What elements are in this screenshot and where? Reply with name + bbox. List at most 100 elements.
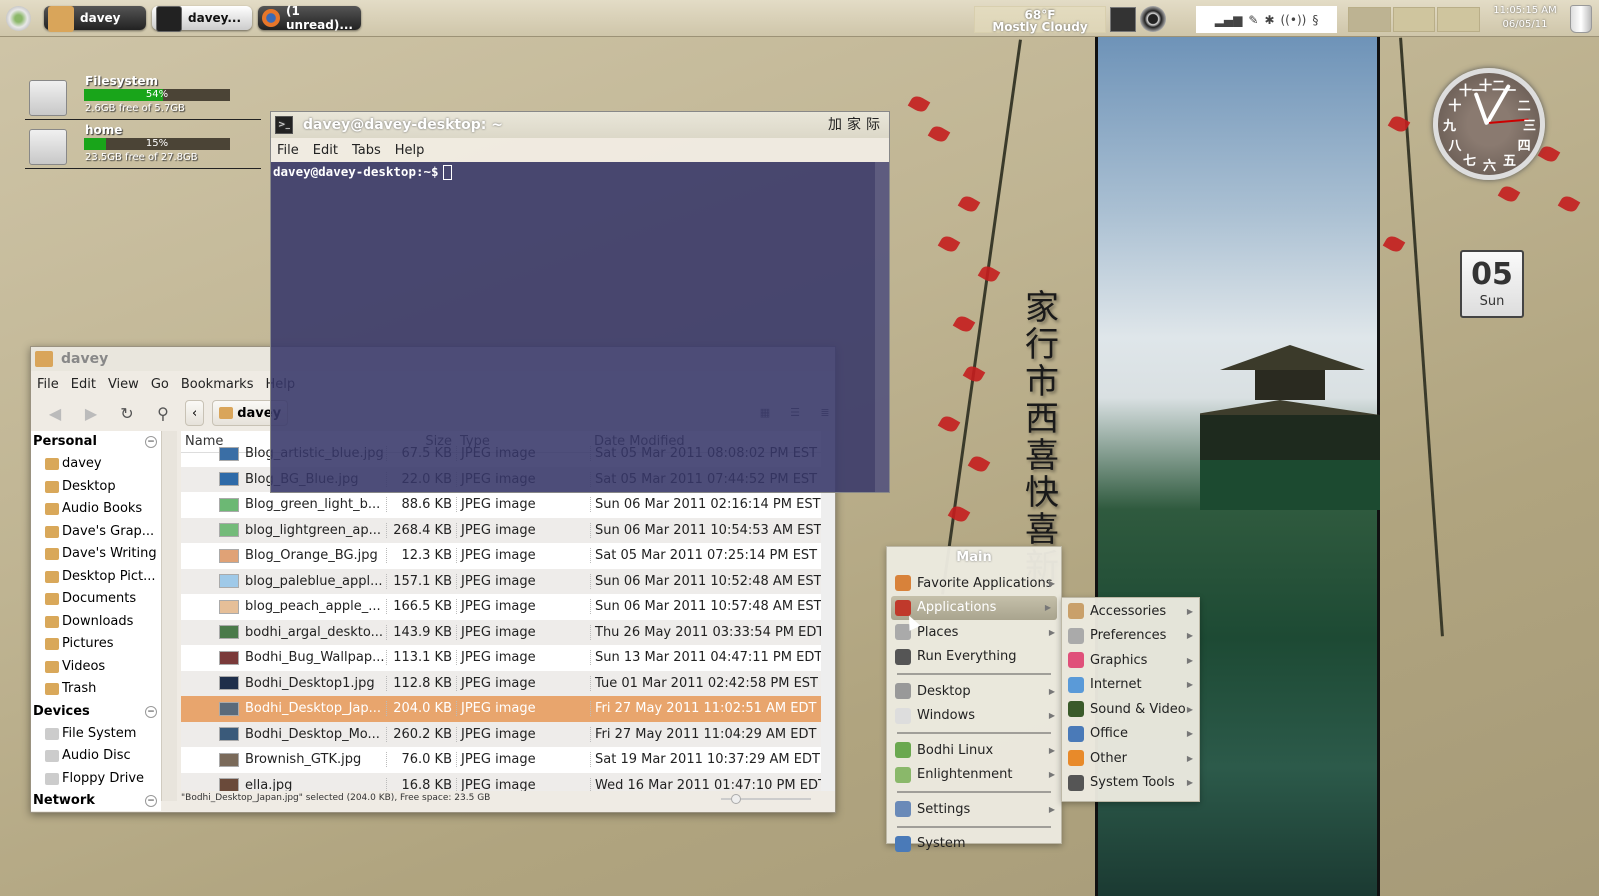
file-row[interactable]: Blog_green_light_b... 88.6 KB JPEG image Su… xyxy=(181,492,821,518)
sidebar-item[interactable]: Audio Books xyxy=(31,498,161,521)
applications-submenu: Accessories ▶ Preferences ▶ Graphics ▶ Interne… xyxy=(1061,597,1200,802)
forward-button[interactable]: ▶ xyxy=(77,400,105,426)
menu-edit[interactable]: Edit xyxy=(313,143,338,158)
menu-item-label: Preferences xyxy=(1090,628,1167,644)
file-row[interactable]: Blog_Orange_BG.jpg 12.3 KB JPEG image Sat 0… xyxy=(181,543,821,569)
sidebar-item[interactable]: davey xyxy=(31,453,161,476)
menu-item-system[interactable]: System xyxy=(887,832,1061,857)
signal-icon[interactable]: ▂▄▆ xyxy=(1215,13,1243,27)
bodhi-start-icon[interactable] xyxy=(6,6,31,31)
menu-item-preferences[interactable]: Preferences ▶ xyxy=(1062,624,1199,649)
file-row[interactable]: Bodhi_Bug_Wallpap... 113.1 KB JPEG image Su… xyxy=(181,645,821,671)
sidebar-item[interactable]: Pictures xyxy=(31,633,161,656)
menu-separator xyxy=(897,822,1051,828)
folder-icon xyxy=(45,593,59,606)
image-thumbnail-icon xyxy=(219,523,239,538)
speaker-icon[interactable] xyxy=(1140,6,1166,32)
menu-view[interactable]: View xyxy=(108,377,139,392)
pager-desk-3[interactable] xyxy=(1437,7,1481,32)
menu-item-settings[interactable]: Settings ▶ xyxy=(887,797,1061,822)
clock-numeral: 八 xyxy=(1448,139,1462,154)
dropbox-icon[interactable]: ✱ xyxy=(1264,13,1274,27)
pager-desk-1[interactable] xyxy=(1348,7,1391,32)
firefox-icon xyxy=(262,9,280,27)
file-row[interactable]: Bodhi_Desktop_Mo... 260.2 KB JPEG image Fri… xyxy=(181,721,821,747)
menu-go[interactable]: Go xyxy=(151,377,169,392)
collapse-icon[interactable]: − xyxy=(145,436,157,448)
sidebar-item[interactable]: Videos xyxy=(31,656,161,679)
drive-icon xyxy=(45,772,59,785)
sidebar-item[interactable]: Desktop Pict... xyxy=(31,566,161,589)
file-name: blog_peach_apple_... xyxy=(245,599,381,615)
menu-file[interactable]: File xyxy=(37,377,59,392)
menu-item-internet[interactable]: Internet ▶ xyxy=(1062,673,1199,698)
file-row[interactable]: Brownish_GTK.jpg 76.0 KB JPEG image Sat 19 … xyxy=(181,747,821,773)
back-button[interactable]: ◀ xyxy=(41,400,69,426)
collapse-icon[interactable]: − xyxy=(145,705,157,718)
folder-icon xyxy=(45,458,59,471)
terminal-output[interactable]: davey@davey-desktop:~$ xyxy=(271,162,889,492)
menu-item-windows[interactable]: Windows ▶ xyxy=(887,704,1061,729)
pager-desk-2[interactable] xyxy=(1392,7,1436,32)
zoom-slider-handle[interactable] xyxy=(731,794,741,804)
wireless-icon[interactable]: ((•)) xyxy=(1281,13,1307,27)
menu-item-run-everything[interactable]: Run Everything xyxy=(887,645,1061,670)
menu-edit[interactable]: Edit xyxy=(71,377,96,392)
task-button-firefox[interactable]: (1 unread)... xyxy=(258,4,361,32)
collapse-icon[interactable]: − xyxy=(145,795,157,807)
preferences-icon xyxy=(1068,627,1084,644)
menu-item-sound-video[interactable]: Sound & Video ▶ xyxy=(1062,697,1199,722)
menu-bookmarks[interactable]: Bookmarks xyxy=(181,377,254,392)
sidebar-item[interactable]: Dave's Grap... xyxy=(31,521,161,544)
menu-item-system-tools[interactable]: System Tools ▶ xyxy=(1062,771,1199,796)
file-row[interactable]: blog_peach_apple_... 166.5 KB JPEG image Su… xyxy=(181,594,821,620)
sidebar-item[interactable]: Documents xyxy=(31,588,161,611)
file-type-cell: JPEG image xyxy=(456,599,590,615)
reload-button[interactable]: ↻ xyxy=(113,400,141,426)
bookmark-icon xyxy=(895,575,911,592)
file-row[interactable]: bodhi_argal_deskto... 143.9 KB JPEG image T… xyxy=(181,619,821,645)
file-row[interactable]: Bodhi_Desktop1.jpg 112.8 KB JPEG image Tue … xyxy=(181,670,821,696)
search-button[interactable]: ⚲ xyxy=(149,400,177,426)
calendar-day: 05 xyxy=(1471,257,1513,292)
path-back-button[interactable]: ‹ xyxy=(185,400,205,426)
sidebar-item[interactable]: Downloads xyxy=(31,611,161,634)
section-label: Network xyxy=(33,793,95,808)
task-button-terminal[interactable]: davey... xyxy=(152,6,252,32)
menu-item-office[interactable]: Office ▶ xyxy=(1062,722,1199,747)
window-titlebar[interactable]: >_ davey@davey-desktop: ~ 加家际 xyxy=(271,112,889,138)
sidebar-item[interactable]: Audio Disc xyxy=(31,745,161,768)
trash-icon[interactable] xyxy=(1570,5,1592,33)
menu-item-bodhi-linux[interactable]: Bodhi Linux ▶ xyxy=(887,738,1061,763)
mixer-icon[interactable] xyxy=(1110,7,1136,32)
sidebar-item[interactable]: Floppy Drive xyxy=(31,768,161,791)
zoom-slider[interactable] xyxy=(721,794,811,804)
submenu-arrow-icon: ▶ xyxy=(1186,704,1193,714)
file-row[interactable]: ella.jpg 16.8 KB JPEG image Wed 16 Mar 2011… xyxy=(181,772,821,791)
file-row[interactable]: blog_paleblue_appl... 157.1 KB JPEG image S… xyxy=(181,568,821,594)
menu-item-other[interactable]: Other ▶ xyxy=(1062,746,1199,771)
menu-item-graphics[interactable]: Graphics ▶ xyxy=(1062,648,1199,673)
sidebar-item[interactable]: File System xyxy=(31,723,161,746)
menu-tabs[interactable]: Tabs xyxy=(352,143,381,158)
terminal-scrollbar[interactable] xyxy=(875,162,889,492)
update-icon[interactable]: § xyxy=(1312,13,1318,27)
menu-item-accessories[interactable]: Accessories ▶ xyxy=(1062,599,1199,624)
menu-item-enlightenment[interactable]: Enlightenment ▶ xyxy=(887,763,1061,788)
file-row[interactable]: Bodhi_Desktop_Jap... 204.0 KB JPEG image Fr… xyxy=(181,696,821,722)
sidebar-item[interactable]: Dave's Writing xyxy=(31,543,161,566)
menu-item-desktop[interactable]: Desktop ▶ xyxy=(887,679,1061,704)
weather-widget[interactable]: 68°F Mostly Cloudy xyxy=(974,6,1106,33)
sidebar-item[interactable]: Trash xyxy=(31,678,161,701)
menu-help[interactable]: Help xyxy=(395,143,425,158)
menu-item-label: Enlightenment xyxy=(917,767,1013,783)
panel-clock[interactable]: 11:05:15 AM 06/05/11 xyxy=(1490,4,1560,32)
task-button-file-manager[interactable]: davey xyxy=(44,6,146,32)
sidebar-item[interactable]: Desktop xyxy=(31,476,161,499)
menu-file[interactable]: File xyxy=(277,143,299,158)
file-size-cell: 166.5 KB xyxy=(386,599,456,615)
sidebar-scrollbar[interactable] xyxy=(161,431,177,801)
pin-icon[interactable]: ✎ xyxy=(1248,13,1258,27)
file-row[interactable]: blog_lightgreen_ap... 268.4 KB JPEG image S… xyxy=(181,517,821,543)
menu-item-favorite-applications[interactable]: Favorite Applications ▶ xyxy=(887,571,1061,596)
